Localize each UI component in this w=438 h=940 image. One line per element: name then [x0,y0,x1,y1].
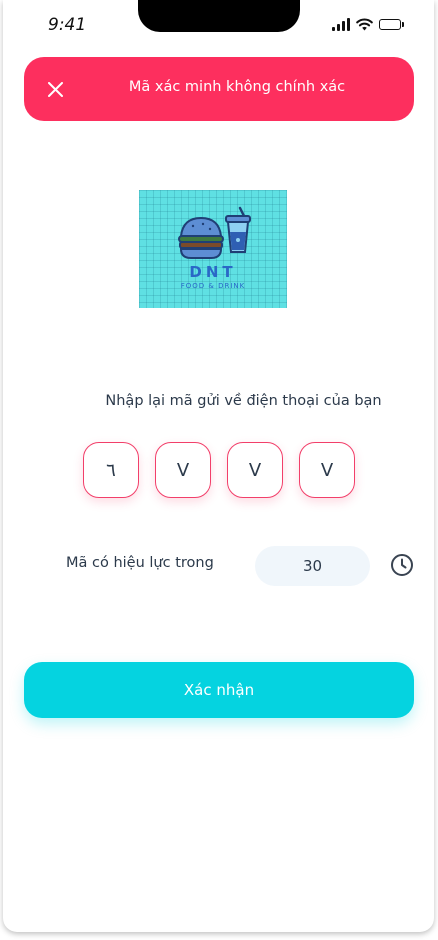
otp-instruction: Nhập lại mã gửi về điện thoại của bạn [105,393,382,409]
status-bar: 9:41 [3,0,434,50]
otp-digit-3[interactable]: V [227,442,283,498]
confirm-button-label: Xác nhận [183,681,255,699]
status-icons [332,17,404,31]
logo-brand-text: DNT [189,263,237,281]
app-logo: DNT FOOD & DRINK [139,190,287,308]
burger-icon [178,216,224,259]
wifi-icon [356,17,373,30]
clock-icon [391,554,413,576]
confirm-button[interactable]: Xác nhận [24,662,414,718]
otp-digit-2[interactable]: V [155,442,211,498]
countdown-timer: 30 [255,546,370,586]
drink-cup-icon [225,206,251,253]
otp-input-group: ٦ V V V [83,442,355,498]
status-time: 9:41 [48,15,87,35]
otp-digit-1[interactable]: ٦ [83,442,139,498]
battery-icon [379,18,404,30]
code-validity-label: Mã có hiệu lực trong [66,555,214,571]
logo-tagline: FOOD & DRINK [180,282,246,290]
error-message: Mã xác minh không chính xác [128,79,346,95]
error-banner: Mã xác minh không chính xác [24,57,414,121]
cellular-signal-icon [332,17,350,31]
device-notch [138,0,300,32]
otp-digit-4[interactable]: V [299,442,355,498]
phone-screen: 9:41 Mã xác minh không chính xác DNT FOO… [3,0,434,932]
